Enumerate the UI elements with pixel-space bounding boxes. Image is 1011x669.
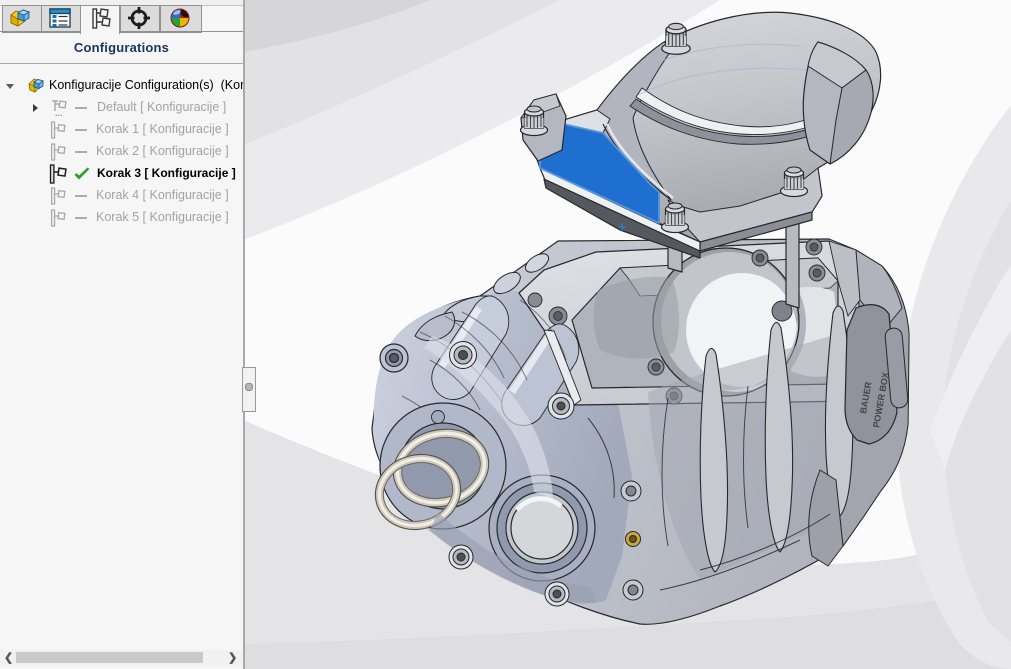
svg-text:...: ... (55, 108, 63, 118)
